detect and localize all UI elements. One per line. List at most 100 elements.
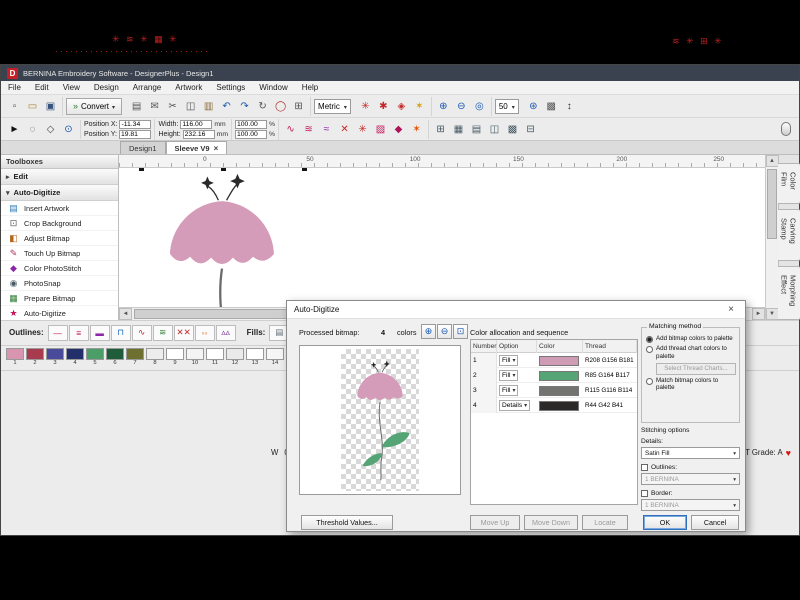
redo-icon[interactable]: ↷ [236,98,253,115]
selection-handle[interactable] [221,168,226,171]
toolbox-item-auto-digitize[interactable]: ★ Auto-Digitize [1,306,118,320]
zoom-1to1-icon[interactable]: ⊛ [525,98,542,115]
color-sequence-row[interactable]: 1 Fill R208 G156 B181 [471,353,637,368]
grid-icon[interactable]: ⊞ [290,98,307,115]
toolbox-item-crop-background[interactable]: ⊡ Crop Background [1,216,118,231]
vertical-scroll-thumb[interactable] [767,169,777,239]
move-down-button[interactable]: Move Down [524,515,578,530]
cut-icon[interactable]: ✂ [164,98,181,115]
units-dropdown[interactable]: Metric [314,99,351,114]
save-design-icon[interactable]: ▣ [42,98,59,115]
outlines-checkbox[interactable]: Outlines: [641,464,740,471]
position-x-input[interactable] [119,120,151,129]
palette-color-8[interactable]: 8 [145,348,165,367]
toolbox-item-prepare-bitmap[interactable]: ▦ Prepare Bitmap [1,291,118,306]
vertical-scrollbar[interactable]: ▲ ▼ [765,155,778,320]
outline-cross-icon[interactable]: ✕✕ [174,325,194,341]
lasso-select-icon[interactable]: ◌ [24,121,41,138]
height-percent-input[interactable] [235,130,267,139]
stitch-angle-icon[interactable]: ≋ [300,121,317,138]
rows-layout-icon[interactable]: ▤ [468,121,485,138]
preview-zoom-fit-button[interactable]: ⊡ [453,324,468,339]
paste-icon[interactable]: ▥ [200,98,217,115]
scroll-right-icon[interactable]: ► [752,308,765,320]
width-input[interactable] [180,120,212,129]
tab-morphing-effect[interactable]: Morphing Effect [778,266,800,320]
option-select[interactable]: Fill [499,370,518,381]
radio-add-thread-chart-colors[interactable]: Add thread chart colors to palette [646,345,736,361]
option-select[interactable]: Fill [499,355,518,366]
cross-stitch-icon[interactable]: ✕ [336,121,353,138]
palette-color-9[interactable]: 9 [165,348,185,367]
locate-button[interactable]: Locate [582,515,628,530]
palette-color-6[interactable]: 6 [105,348,125,367]
palette-color-11[interactable]: 11 [205,348,225,367]
zoom-box-icon[interactable]: ◎ [471,98,488,115]
zoom-level-combo[interactable]: 50 [495,99,519,114]
radio-add-bitmap-colors[interactable]: Add bitmap colors to palette [646,335,736,343]
convert-button[interactable]: »Convert [66,98,122,115]
toolbox-section-edit[interactable]: Edit [1,169,118,185]
palette-color-14[interactable]: 14 [265,348,285,367]
palette-color-5[interactable]: 5 [85,348,105,367]
threshold-values-button[interactable]: Threshold Values... [301,515,393,530]
outline-single-icon[interactable]: — [48,325,68,341]
tab-sleeve-v9[interactable]: Sleeve V9 [166,141,228,154]
tab-carving-stamp[interactable]: Carving Stamp [778,209,800,261]
open-design-icon[interactable]: ▭ [24,98,41,115]
menu-design[interactable]: Design [87,81,126,95]
palette-color-1[interactable]: 1 [5,348,25,367]
texture-effect-icon[interactable]: ▨ [372,121,389,138]
new-design-icon[interactable]: ▫ [6,98,23,115]
toolbox-item-adjust-bitmap[interactable]: ◧ Adjust Bitmap [1,231,118,246]
palette-color-12[interactable]: 12 [225,348,245,367]
zoom-out-icon[interactable]: ⊖ [453,98,470,115]
preview-zoom-in-button[interactable]: ⊕ [421,324,436,339]
color-sequence-row[interactable]: 2 Fill R85 G164 B117 [471,368,637,383]
outline-motif-icon[interactable]: ▵▵ [216,325,236,341]
outline-thread-select[interactable]: 1 BERNINA [641,473,740,485]
tab-design1[interactable]: Design1 [120,141,166,154]
color-sequence-row[interactable]: 3 Fill R115 G116 B114 [471,383,637,398]
star-stitch-icon[interactable]: ✶ [411,98,428,115]
refresh-icon[interactable]: ↻ [254,98,271,115]
wave-effect-icon[interactable]: ≈ [318,121,335,138]
preview-zoom-out-button[interactable]: ⊖ [437,324,452,339]
columns-layout-icon[interactable]: ◫ [486,121,503,138]
tab-color-film[interactable]: Color Film [778,163,800,204]
zoom-in-icon[interactable]: ⊕ [435,98,452,115]
menu-help[interactable]: Help [295,81,325,95]
overview-window-icon[interactable]: ▩ [543,98,560,115]
menu-view[interactable]: View [56,81,87,95]
menu-edit[interactable]: Edit [28,81,56,95]
palette-color-3[interactable]: 3 [45,348,65,367]
outline-zigzag-icon[interactable]: ∿ [132,325,152,341]
toolbox-item-touch-up-bitmap[interactable]: ✎ Touch Up Bitmap [1,246,118,261]
outline-triple-icon[interactable]: ≡ [69,325,89,341]
sparkle-effect-icon[interactable]: ✶ [408,121,425,138]
select-tool-icon[interactable]: ► [6,121,23,138]
zoom-tool-icon[interactable]: ⊙ [60,121,77,138]
palette-color-13[interactable]: 13 [245,348,265,367]
ok-button[interactable]: OK [643,515,687,530]
move-up-button[interactable]: Move Up [470,515,520,530]
menu-file[interactable]: File [1,81,28,95]
radio-match-bitmap-colors[interactable]: Match bitmap colors to palette [646,377,736,393]
layout-grid-icon[interactable]: ⊞ [432,121,449,138]
cancel-button[interactable]: Cancel [691,515,739,530]
outline-satin-icon[interactable]: ▬ [90,325,110,341]
scroll-left-icon[interactable]: ◄ [119,308,132,320]
split-view-icon[interactable]: ⊟ [522,121,539,138]
palette-color-4[interactable]: 4 [65,348,85,367]
selection-handle[interactable] [302,168,307,171]
palette-color-2[interactable]: 2 [25,348,45,367]
scroll-spin-icon[interactable]: ↕ [561,98,578,115]
stitch-effect-icon[interactable]: ✳ [357,98,374,115]
close-icon[interactable] [724,304,738,315]
write-to-machine-icon[interactable]: ✉ [146,98,163,115]
kaleidoscope-icon[interactable]: ▦ [450,121,467,138]
scroll-down-icon[interactable]: ▼ [766,308,779,320]
hoop-icon[interactable]: ◯ [272,98,289,115]
option-select[interactable]: Details [499,400,530,411]
menu-settings[interactable]: Settings [209,81,252,95]
